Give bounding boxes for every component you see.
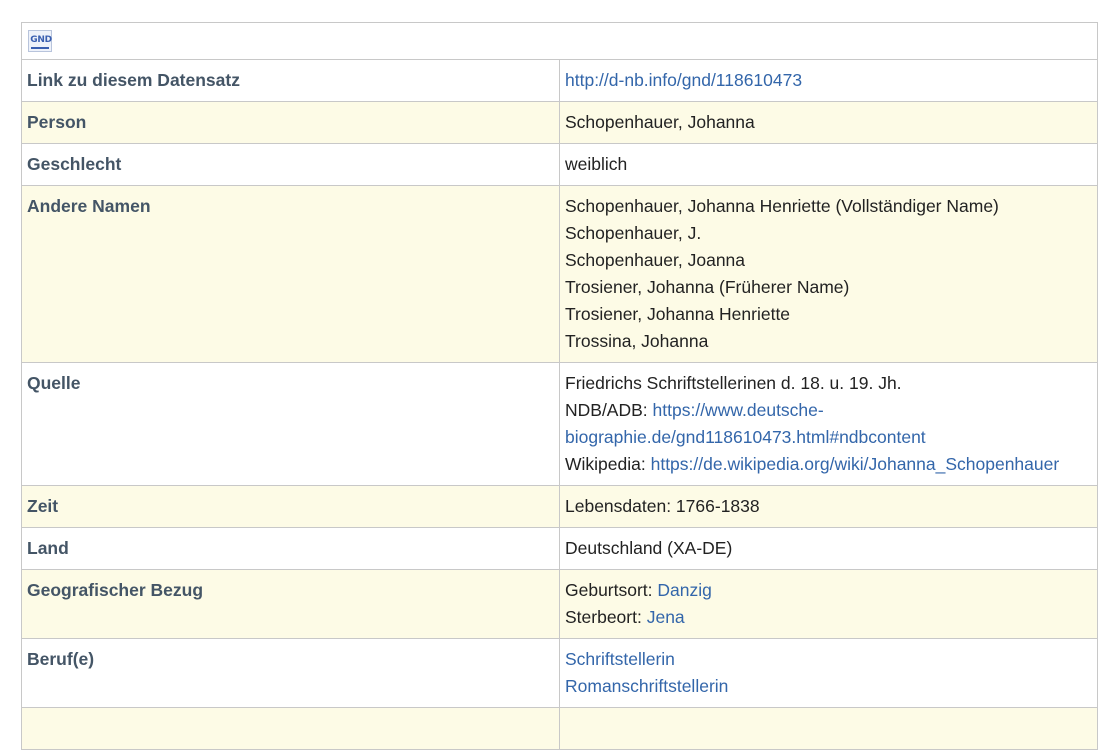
row-partial bbox=[21, 707, 1098, 750]
source-ndb: NDB/ADB: https://www.deutsche-biographie… bbox=[565, 397, 1092, 451]
row-value: Geburtsort: Danzig Sterbeort: Jena bbox=[559, 569, 1098, 639]
row-value: Lebensdaten: 1766-1838 bbox=[559, 485, 1098, 528]
row-value: http://d-nb.info/gnd/118610473 bbox=[559, 59, 1098, 102]
alt-name: Schopenhauer, J. bbox=[565, 223, 702, 243]
row-beruf: Beruf(e) Schriftstellerin Romanschriftst… bbox=[21, 638, 1098, 708]
row-label bbox=[21, 707, 560, 750]
row-value: Schriftstellerin Romanschriftstellerin bbox=[559, 638, 1098, 708]
row-label: Geografischer Bezug bbox=[21, 569, 560, 639]
row-geschlecht: Geschlecht weiblich bbox=[21, 143, 1098, 186]
source-wikipedia: Wikipedia: https://de.wikipedia.org/wiki… bbox=[565, 451, 1092, 478]
birthplace-link[interactable]: Danzig bbox=[657, 580, 711, 600]
alt-name: Trosiener, Johanna (Früherer Name) bbox=[565, 277, 850, 297]
alt-name: Schopenhauer, Joanna bbox=[565, 250, 746, 270]
occupation-link[interactable]: Schriftstellerin bbox=[565, 646, 1092, 673]
row-zeit: Zeit Lebensdaten: 1766-1838 bbox=[21, 485, 1098, 528]
alt-name: Trossina, Johanna bbox=[565, 331, 709, 351]
row-label: Quelle bbox=[21, 362, 560, 486]
table-header-row: GND bbox=[21, 22, 1098, 60]
row-label: Land bbox=[21, 527, 560, 570]
row-value: Schopenhauer, Johanna Henriette (Vollstä… bbox=[559, 185, 1098, 363]
row-land: Land Deutschland (XA-DE) bbox=[21, 527, 1098, 570]
row-label: Link zu diesem Datensatz bbox=[21, 59, 560, 102]
row-value: Schopenhauer, Johanna bbox=[559, 101, 1098, 144]
row-label: Zeit bbox=[21, 485, 560, 528]
gnd-info-table: GND Link zu diesem Datensatz http://d-nb… bbox=[21, 22, 1098, 750]
deathplace-prefix: Sterbeort: bbox=[565, 607, 647, 627]
row-geografischer-bezug: Geografischer Bezug Geburtsort: Danzig S… bbox=[21, 569, 1098, 639]
row-andere-namen: Andere Namen Schopenhauer, Johanna Henri… bbox=[21, 185, 1098, 363]
row-label: Person bbox=[21, 101, 560, 144]
alt-name: Trosiener, Johanna Henriette bbox=[565, 304, 791, 324]
occupation-link[interactable]: Romanschriftstellerin bbox=[565, 673, 1092, 700]
source-text: Friedrichs Schriftstellerinen d. 18. u. … bbox=[565, 373, 902, 393]
row-value: Deutschland (XA-DE) bbox=[559, 527, 1098, 570]
deathplace: Sterbeort: Jena bbox=[565, 604, 1092, 631]
gnd-logo-icon[interactable]: GND bbox=[28, 30, 52, 52]
row-value: weiblich bbox=[559, 143, 1098, 186]
row-label: Geschlecht bbox=[21, 143, 560, 186]
birthplace: Geburtsort: Danzig bbox=[565, 577, 1092, 604]
wikipedia-link[interactable]: https://de.wikipedia.org/wiki/Johanna_Sc… bbox=[651, 454, 1060, 474]
header-cell: GND bbox=[21, 22, 1098, 60]
row-label: Andere Namen bbox=[21, 185, 560, 363]
alt-name: Schopenhauer, Johanna Henriette (Vollstä… bbox=[565, 196, 999, 216]
row-quelle: Quelle Friedrichs Schriftstellerinen d. … bbox=[21, 362, 1098, 486]
row-person: Person Schopenhauer, Johanna bbox=[21, 101, 1098, 144]
deathplace-link[interactable]: Jena bbox=[647, 607, 685, 627]
row-link: Link zu diesem Datensatz http://d-nb.inf… bbox=[21, 59, 1098, 102]
row-value: Friedrichs Schriftstellerinen d. 18. u. … bbox=[559, 362, 1098, 486]
row-label: Beruf(e) bbox=[21, 638, 560, 708]
source-prefix: Wikipedia: bbox=[565, 454, 651, 474]
record-link[interactable]: http://d-nb.info/gnd/118610473 bbox=[565, 70, 802, 90]
row-value bbox=[559, 707, 1098, 750]
source-prefix: NDB/ADB: bbox=[565, 400, 653, 420]
birthplace-prefix: Geburtsort: bbox=[565, 580, 658, 600]
